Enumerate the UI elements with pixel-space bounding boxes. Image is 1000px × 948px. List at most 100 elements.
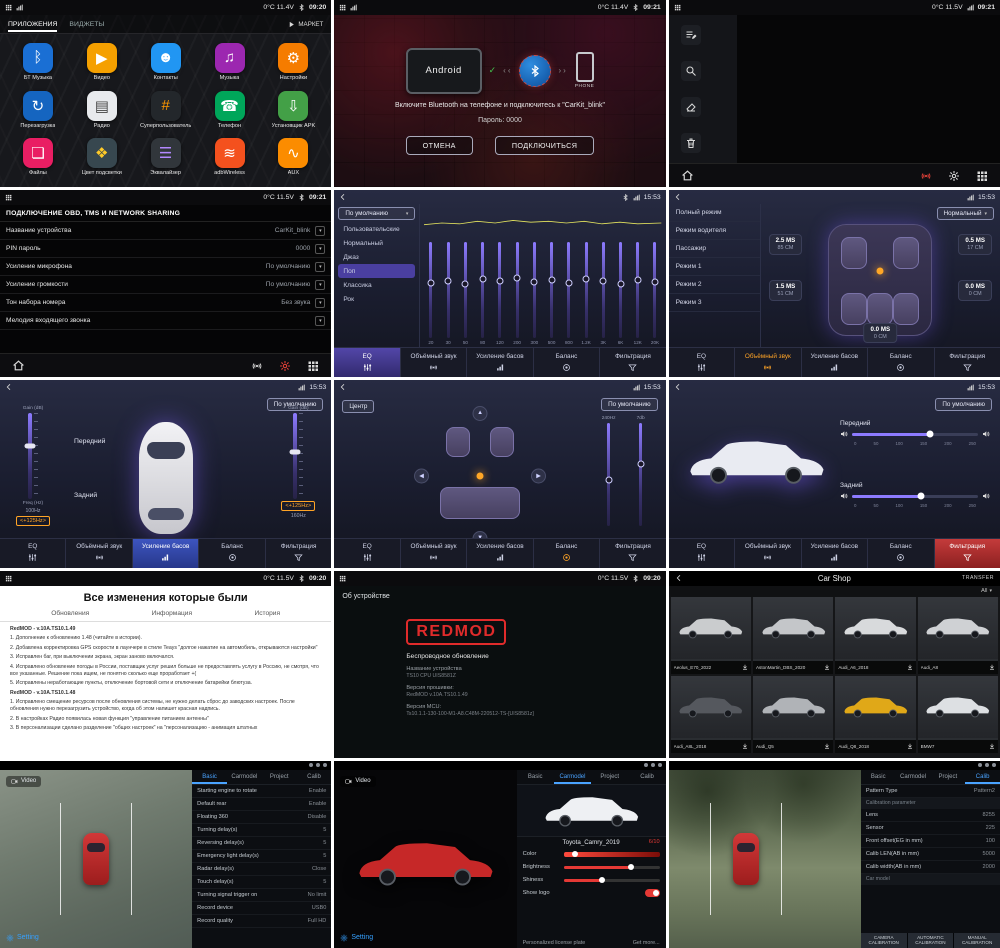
tab-basic[interactable]: Basic [192, 770, 227, 784]
dropdown-arrow-icon[interactable]: ▾ [315, 244, 325, 254]
calibration-row[interactable]: Front offset(EG in mm) 100 [861, 835, 1000, 848]
eq-band-slider[interactable]: 20 [422, 218, 439, 345]
tab-surround[interactable]: Объёмный звук [66, 539, 132, 568]
slider-knob[interactable] [445, 277, 452, 284]
tab-eq[interactable]: EQ [669, 539, 735, 568]
eraser-button[interactable] [681, 97, 701, 117]
settings-row[interactable]: Turning signal trigger on No limit [192, 889, 331, 902]
app-icon[interactable]: ☎ Телефон [198, 86, 262, 134]
seat-front-right[interactable] [893, 237, 919, 269]
car-card[interactable]: Audi_Q5 [753, 676, 833, 753]
app-icon[interactable]: ❖ Цвет подсветки [70, 133, 134, 181]
download-icon[interactable] [824, 664, 830, 670]
app-icon[interactable]: ☻ Контакты [134, 38, 198, 86]
license-plate-link[interactable]: Personalized license plate [523, 940, 586, 946]
calibration-row[interactable]: Calib width(AB in mm) 2000 [861, 861, 1000, 874]
eq-band-slider[interactable]: 200 [509, 218, 526, 345]
preset-item[interactable]: Рок [338, 292, 415, 306]
seat-rear-right[interactable] [893, 293, 919, 325]
slider-knob[interactable] [605, 476, 612, 483]
home-button-icon[interactable] [681, 169, 694, 182]
tab-eq[interactable]: EQ [334, 348, 400, 377]
car-card[interactable]: AstonMartin_DBS_2020 [753, 597, 833, 674]
dropdown-arrow-icon[interactable]: ▾ [315, 298, 325, 308]
slider-knob[interactable] [290, 450, 301, 455]
tab-filter[interactable]: Фильтрация [935, 348, 1000, 377]
dropdown-arrow-icon[interactable]: ▾ [315, 262, 325, 272]
settings-row[interactable]: Record quality Full HD [192, 915, 331, 928]
settings-row[interactable]: Starting engine to rotate Enable [192, 785, 331, 798]
tab-eq[interactable]: EQ [0, 539, 66, 568]
settings-row[interactable]: Emergency light delay(s) 5 [192, 850, 331, 863]
settings-row[interactable]: Reversing delay(s) 5 [192, 837, 331, 850]
slider-knob[interactable] [531, 278, 538, 285]
app-icon[interactable]: ☰ Эквалайзер [134, 133, 198, 181]
filter-slider[interactable] [852, 433, 978, 436]
broadcast-icon[interactable] [920, 170, 932, 182]
download-icon[interactable] [742, 743, 748, 749]
settings-row[interactable]: Усиление громкости По умолчанию ▾ [0, 276, 331, 294]
pattern-type-row[interactable]: Pattern Type Pattern2 [861, 785, 1000, 798]
calibration-row[interactable]: Calib LEN(AB in mm) 5000 [861, 848, 1000, 861]
tab-surround[interactable]: Объёмный звук [735, 539, 801, 568]
brightness-slider[interactable] [564, 866, 660, 869]
tab-carmodel[interactable]: Carmodel [896, 770, 931, 784]
preset-item[interactable]: Джаз [338, 250, 415, 264]
gain-slider[interactable]: 7db [630, 416, 652, 525]
eq-band-slider[interactable]: 500 [543, 218, 560, 345]
eq-band-slider[interactable]: 30 [440, 218, 457, 345]
preset-item[interactable]: Поп [338, 264, 415, 278]
download-icon[interactable] [824, 743, 830, 749]
slider-knob[interactable] [565, 279, 572, 286]
back-icon[interactable] [674, 383, 682, 391]
dropdown-arrow-icon[interactable]: ▾ [315, 280, 325, 290]
tab-project[interactable]: Project [930, 770, 965, 784]
car-card[interactable]: BMW7 [918, 676, 998, 753]
tab-calib[interactable]: Calib [628, 770, 665, 784]
preset-item[interactable]: Пользовательские [338, 222, 415, 236]
settings-row[interactable]: Усиление микрофона По умолчанию ▾ [0, 258, 331, 276]
calibration-row[interactable]: Sensor 225 [861, 822, 1000, 835]
settings-row[interactable]: Radar delay(s) Close [192, 863, 331, 876]
slider-knob[interactable] [637, 461, 644, 468]
filter-dropdown[interactable]: All [981, 588, 987, 594]
connect-button[interactable]: ПОДКЛЮЧИТЬСЯ [495, 136, 594, 155]
slider-knob[interactable] [628, 864, 634, 870]
market-button[interactable]: МАРКЕТ [288, 21, 323, 28]
tab-bass-boost[interactable]: Усиление басов [802, 348, 868, 377]
car-card[interactable]: Audi_A8L_2018 [671, 676, 751, 753]
trash-button[interactable] [681, 133, 701, 153]
gear-icon[interactable] [948, 170, 960, 182]
get-more-link[interactable]: Get more... [633, 940, 660, 946]
download-icon[interactable] [742, 664, 748, 670]
tab-updates[interactable]: Обновления [51, 610, 89, 617]
tab-information[interactable]: Информация [152, 610, 192, 617]
app-icon[interactable]: ⚙ Настройки [261, 38, 325, 86]
slider-knob[interactable] [24, 444, 35, 449]
tab-filter[interactable]: Фильтрация [600, 348, 665, 377]
camera-calibration-button[interactable]: CAMERA CALIBRATION [861, 933, 907, 948]
tab-eq[interactable]: EQ [334, 539, 400, 568]
home-button-icon[interactable] [12, 359, 25, 372]
setting-button[interactable]: Setting [6, 934, 39, 942]
seat-front-left[interactable] [446, 427, 470, 457]
slider-knob[interactable] [479, 275, 486, 282]
tab-bass-boost[interactable]: Усиление басов [133, 539, 199, 568]
tab-history[interactable]: История [254, 610, 280, 617]
arrow-left-button[interactable]: ◀ [414, 468, 429, 483]
manual-calibration-button[interactable]: MANUAL CALIBRATION [954, 933, 1000, 948]
tab-bass-boost[interactable]: Усиление басов [467, 539, 533, 568]
recents-grid-icon[interactable] [307, 360, 319, 372]
video-button[interactable]: Video [340, 776, 375, 787]
slider-knob[interactable] [600, 277, 607, 284]
automatic-calibration-button[interactable]: AUTOMATIC CALIBRATION [908, 933, 954, 948]
preset-item[interactable]: Нормальный [338, 236, 415, 250]
arrow-up-button[interactable]: ▲ [473, 406, 488, 421]
setting-button[interactable]: Setting [340, 934, 373, 942]
back-icon[interactable] [339, 193, 347, 201]
settings-row[interactable]: Default rear Enable [192, 798, 331, 811]
eq-band-slider[interactable]: 1.2K [577, 218, 594, 345]
back-icon[interactable] [339, 383, 347, 391]
seat-front-left[interactable] [841, 237, 867, 269]
settings-row[interactable]: Floating 360 Disable [192, 811, 331, 824]
